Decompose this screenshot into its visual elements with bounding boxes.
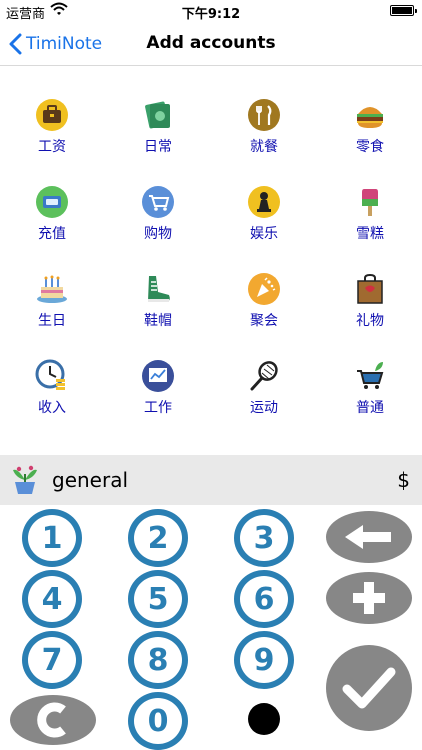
- category-label: 收入: [38, 400, 66, 416]
- category-item[interactable]: 鞋帽: [118, 272, 198, 342]
- key-4[interactable]: 4: [22, 570, 82, 628]
- status-bar: 运营商 下午9:12: [0, 0, 422, 22]
- back-button[interactable]: TimiNote: [8, 30, 102, 58]
- category-item[interactable]: 普通: [330, 359, 410, 429]
- navigation-bar: TimiNote Add accounts: [0, 22, 422, 66]
- category-item[interactable]: 日常: [118, 98, 198, 168]
- clear-button[interactable]: [10, 695, 96, 745]
- money-bills-icon: [145, 101, 170, 129]
- category-label: 生日: [38, 313, 66, 329]
- key-8[interactable]: 8: [128, 631, 188, 689]
- gift-bag-icon: [357, 273, 383, 304]
- category-label: 娱乐: [250, 226, 278, 242]
- category-label: 运动: [250, 400, 278, 416]
- keypad: 1 2 3 4 5 6 7 8 9 0: [0, 505, 422, 750]
- category-label: 礼物: [356, 313, 384, 329]
- key-3[interactable]: 3: [234, 509, 294, 567]
- currency-symbol: $: [397, 468, 410, 492]
- account-name: general: [52, 468, 129, 492]
- category-item[interactable]: 聚会: [224, 272, 304, 342]
- plant-pot-icon: [13, 465, 37, 494]
- recharge-card-icon: [36, 186, 68, 218]
- key-6[interactable]: 6: [234, 570, 294, 628]
- category-item[interactable]: 运动: [224, 359, 304, 429]
- chess-pawn-icon: [248, 186, 280, 218]
- shopping-cart-icon: [142, 186, 174, 218]
- category-item[interactable]: 就餐: [224, 98, 304, 168]
- category-label: 工作: [144, 400, 172, 416]
- category-label: 零食: [356, 139, 384, 155]
- fork-knife-icon: [248, 99, 280, 131]
- chart-board-icon: [142, 360, 174, 392]
- key-7[interactable]: 7: [22, 631, 82, 689]
- category-label: 工资: [38, 139, 66, 155]
- birthday-cake-icon: [37, 275, 67, 303]
- category-item[interactable]: 生日: [12, 272, 92, 342]
- category-item[interactable]: 购物: [118, 185, 198, 255]
- category-label: 雪糕: [356, 226, 384, 242]
- account-bar[interactable]: general $: [0, 455, 422, 505]
- category-item[interactable]: 零食: [330, 98, 410, 168]
- plus-button[interactable]: [326, 572, 412, 624]
- category-label: 聚会: [250, 313, 278, 329]
- category-item[interactable]: 收入: [12, 359, 92, 429]
- category-label: 鞋帽: [144, 313, 172, 329]
- plus-icon: [353, 582, 385, 614]
- clock-coins-icon: [35, 359, 65, 390]
- tennis-racket-icon: [250, 361, 278, 391]
- briefcase-icon: [36, 99, 68, 131]
- sneaker-icon: [148, 276, 170, 302]
- category-item[interactable]: 雪糕: [330, 185, 410, 255]
- category-label: 日常: [144, 139, 172, 155]
- key-2[interactable]: 2: [128, 509, 188, 567]
- cart-plant-icon: [357, 362, 384, 389]
- clear-icon: [37, 702, 66, 738]
- confirm-button[interactable]: [326, 645, 412, 731]
- key-9[interactable]: 9: [234, 631, 294, 689]
- category-item[interactable]: 充值: [12, 185, 92, 255]
- burger-icon: [357, 107, 383, 128]
- key-0[interactable]: 0: [128, 692, 188, 750]
- backspace-button[interactable]: [326, 511, 412, 563]
- party-popper-icon: [248, 273, 280, 305]
- arrow-left-icon: [345, 525, 391, 549]
- key-1[interactable]: 1: [22, 509, 82, 567]
- category-label: 购物: [144, 226, 172, 242]
- status-time: 下午9:12: [181, 7, 241, 22]
- category-item[interactable]: 工资: [12, 98, 92, 168]
- key-5[interactable]: 5: [128, 570, 188, 628]
- category-item[interactable]: 娱乐: [224, 185, 304, 255]
- decimal-point-button[interactable]: [248, 703, 280, 735]
- category-label: 就餐: [250, 139, 278, 155]
- category-item[interactable]: 工作: [118, 359, 198, 429]
- category-label: 普通: [356, 400, 384, 416]
- category-label: 充值: [38, 226, 66, 242]
- popsicle-icon: [362, 189, 378, 216]
- checkmark-icon: [342, 667, 396, 709]
- category-item[interactable]: 礼物: [330, 272, 410, 342]
- battery-icon: [390, 5, 417, 16]
- back-button-label: TimiNote: [26, 34, 103, 54]
- chevron-left-icon: [9, 33, 22, 55]
